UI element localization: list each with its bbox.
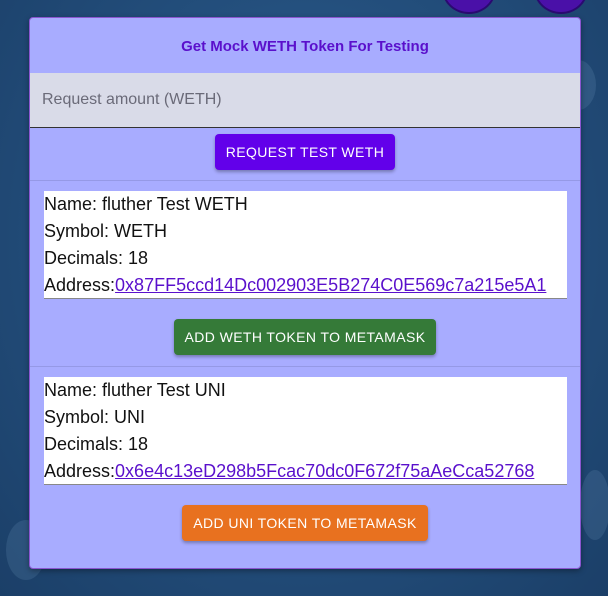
token-decimals-label: Decimals: [44,248,129,268]
request-amount-field[interactable] [30,73,580,128]
token-symbol-row: Symbol: UNI [44,404,567,431]
token-address-link[interactable]: 0x6e4c13eD298b5Fcac70dc0F672f75aAeCca527… [115,461,534,481]
token-name-row: Name: fluther Test WETH [44,191,567,218]
token-address-label: Address: [44,461,116,481]
weth-token-info: Name: fluther Test WETH Symbol: WETH Dec… [44,191,567,299]
add-uni-to-metamask-button[interactable]: ADD UNI TOKEN TO METAMASK [182,505,428,541]
token-name-row: Name: fluther Test UNI [44,377,567,404]
uni-token-info: Name: fluther Test UNI Symbol: UNI Decim… [44,377,567,485]
divider [30,180,580,181]
divider [30,366,580,367]
token-decimals-value: 18 [128,248,149,268]
token-decimals-value: 18 [128,434,149,454]
token-name-value: fluther Test WETH [102,194,248,214]
token-address-row: Address:0x6e4c13eD298b5Fcac70dc0F672f75a… [44,458,567,485]
token-name-label: Name: [44,380,103,400]
token-decimals-label: Decimals: [44,434,129,454]
request-test-weth-button[interactable]: REQUEST TEST WETH [215,134,395,170]
token-name-label: Name: [44,194,103,214]
token-address-link[interactable]: 0x87FF5ccd14Dc002903E5B274C0E569c7a215e5… [115,275,546,295]
token-decimals-row: Decimals: 18 [44,431,567,458]
background-decoration [580,470,608,540]
background-circle-left [442,0,496,14]
panel-title: Get Mock WETH Token For Testing [181,38,429,55]
token-decimals-row: Decimals: 18 [44,245,567,272]
request-amount-input[interactable] [30,73,580,127]
token-name-value: fluther Test UNI [102,380,226,400]
token-symbol-value: WETH [114,221,168,241]
add-weth-to-metamask-button[interactable]: ADD WETH TOKEN TO METAMASK [174,319,436,355]
token-address-label: Address: [44,275,116,295]
background-circle-right [534,0,588,14]
token-symbol-label: Symbol: [44,221,115,241]
token-address-row: Address:0x87FF5ccd14Dc002903E5B274C0E569… [44,272,567,299]
token-symbol-label: Symbol: [44,407,115,427]
token-symbol-row: Symbol: WETH [44,218,567,245]
mock-token-panel: Get Mock WETH Token For Testing REQUEST … [29,17,581,569]
token-symbol-value: UNI [114,407,146,427]
